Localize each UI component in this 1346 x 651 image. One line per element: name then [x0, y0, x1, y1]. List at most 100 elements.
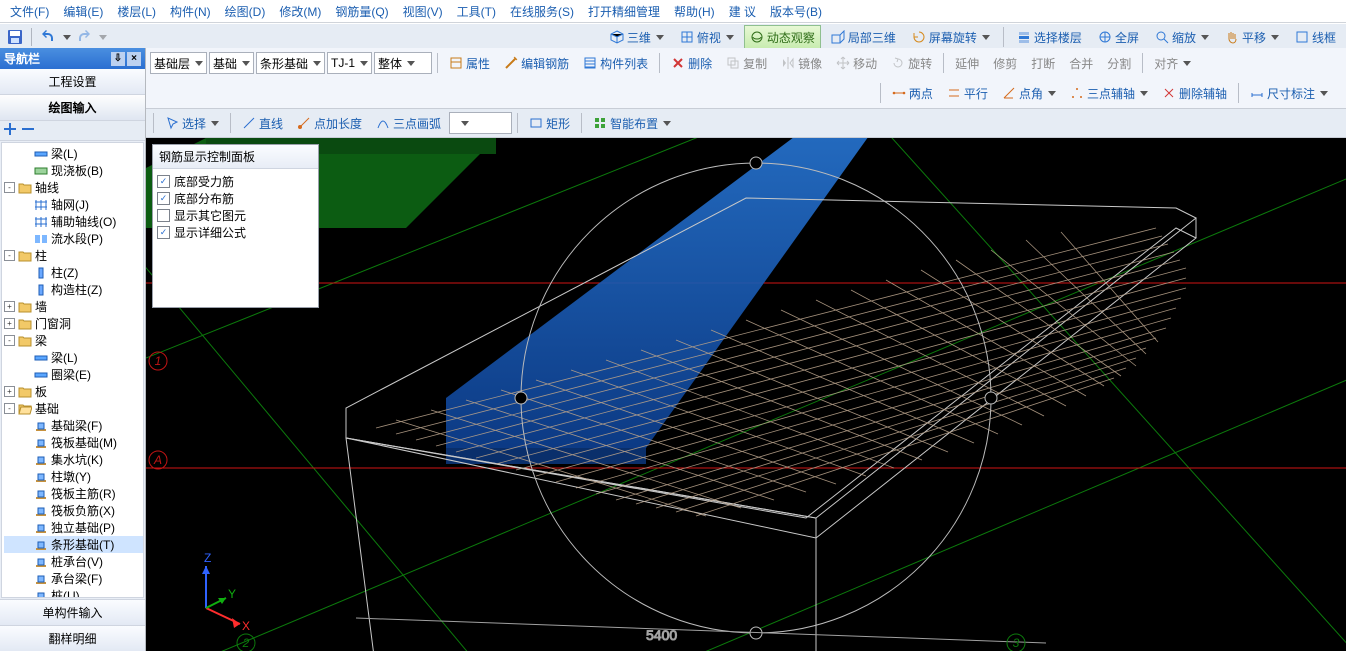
rebar-display-option[interactable]: ✓底部受力筋	[157, 173, 314, 190]
tree-folder[interactable]: +板	[4, 383, 143, 400]
tree-item[interactable]: 梁(L)	[4, 349, 143, 366]
rebar-display-option[interactable]: 显示其它图元	[157, 207, 314, 224]
attr-button[interactable]: 属性	[443, 51, 496, 75]
menu-floor[interactable]: 楼层(L)	[111, 3, 162, 20]
tree-item[interactable]: 桩承台(V)	[4, 553, 143, 570]
top-view-button[interactable]: 俯视	[674, 25, 740, 49]
menu-view[interactable]: 视图(V)	[397, 3, 449, 20]
align-button[interactable]: 对齐	[1148, 51, 1197, 75]
nav-footer-flip[interactable]: 翻样明细	[0, 625, 145, 651]
checkbox-icon[interactable]: ✓	[157, 175, 170, 188]
close-icon[interactable]: ×	[127, 52, 141, 66]
dynamic-view-button[interactable]: 动态观察	[744, 25, 821, 49]
tree-item[interactable]: 柱墩(Y)	[4, 468, 143, 485]
menu-rebar-qty[interactable]: 钢筋量(Q)	[329, 3, 394, 20]
mirror-button[interactable]: 镜像	[775, 51, 828, 75]
save-icon[interactable]	[5, 27, 25, 47]
tree-folder[interactable]: -基础	[4, 400, 143, 417]
extend-button[interactable]: 延伸	[949, 51, 985, 75]
redo-icon[interactable]	[74, 27, 94, 47]
wireframe-button[interactable]: 线框	[1289, 25, 1342, 49]
tree-item[interactable]: 辅助轴线(O)	[4, 213, 143, 230]
component-list-button[interactable]: 构件列表	[577, 51, 654, 75]
tree-item[interactable]: 梁(L)	[4, 145, 143, 162]
select-tool-button[interactable]: 选择	[159, 111, 225, 135]
nav-tab-project-settings[interactable]: 工程设置	[0, 69, 145, 95]
delete-button[interactable]: 删除	[665, 51, 718, 75]
rebar-display-panel[interactable]: 钢筋显示控制面板 ✓底部受力筋✓底部分布筋显示其它图元✓显示详细公式	[152, 144, 319, 308]
arc3-button[interactable]: 三点画弧	[370, 111, 447, 135]
rect-tool-button[interactable]: 矩形	[523, 111, 576, 135]
tree-folder[interactable]: +墙	[4, 298, 143, 315]
component-select[interactable]: TJ-1	[327, 52, 372, 74]
merge-button[interactable]: 合并	[1063, 51, 1099, 75]
tree-item[interactable]: 筏板基础(M)	[4, 434, 143, 451]
category-select[interactable]: 基础	[209, 52, 254, 74]
tree-folder[interactable]: -轴线	[4, 179, 143, 196]
rebar-display-option[interactable]: ✓底部分布筋	[157, 190, 314, 207]
tree-item[interactable]: 条形基础(T)	[4, 536, 143, 553]
nav-tab-draw-input[interactable]: 绘图输入	[0, 95, 145, 121]
tree-item[interactable]: 筏板负筋(X)	[4, 502, 143, 519]
tree-item[interactable]: 基础梁(F)	[4, 417, 143, 434]
menu-component[interactable]: 构件(N)	[164, 3, 217, 20]
local-3d-button[interactable]: 局部三维	[825, 25, 902, 49]
fullscreen-button[interactable]: 全屏	[1092, 25, 1145, 49]
tree-folder[interactable]: -柱	[4, 247, 143, 264]
viewport-3d[interactable]: 5400 1 A 2 3 Z X Y	[146, 138, 1346, 651]
tree-item[interactable]: 轴网(J)	[4, 196, 143, 213]
tree-item[interactable]: 筏板主筋(R)	[4, 485, 143, 502]
zoom-button[interactable]: 缩放	[1149, 25, 1215, 49]
dimension-button[interactable]: 尺寸标注	[1244, 81, 1334, 105]
edit-rebar-button[interactable]: 编辑钢筋	[498, 51, 575, 75]
tree-item[interactable]: 独立基础(P)	[4, 519, 143, 536]
menu-online[interactable]: 在线服务(S)	[504, 3, 580, 20]
pan-button[interactable]: 平移	[1219, 25, 1285, 49]
parallel-button[interactable]: 平行	[941, 81, 994, 105]
screen-rotate-button[interactable]: 屏幕旋转	[906, 25, 996, 49]
point-length-button[interactable]: 点加长度	[291, 111, 368, 135]
break-button[interactable]: 打断	[1025, 51, 1061, 75]
checkbox-icon[interactable]: ✓	[157, 192, 170, 205]
tri-axis-button[interactable]: 三点辅轴	[1064, 81, 1154, 105]
line-tool-button[interactable]: 直线	[236, 111, 289, 135]
floor-select[interactable]: 基础层	[150, 52, 207, 74]
point-angle-button[interactable]: 点角	[996, 81, 1062, 105]
copy-button[interactable]: 复制	[720, 51, 773, 75]
trim-button[interactable]: 修剪	[987, 51, 1023, 75]
tree-folder[interactable]: +门窗洞	[4, 315, 143, 332]
undo-icon[interactable]	[38, 27, 58, 47]
menu-fine-mgmt[interactable]: 打开精细管理	[582, 3, 666, 20]
two-point-button[interactable]: 两点	[886, 81, 939, 105]
tree-item[interactable]: 桩(U)	[4, 587, 143, 598]
del-axis-button[interactable]: 删除辅轴	[1156, 81, 1233, 105]
tree-item[interactable]: 流水段(P)	[4, 230, 143, 247]
pin-icon[interactable]: ⇩	[111, 52, 125, 66]
checkbox-icon[interactable]	[157, 209, 170, 222]
menu-file[interactable]: 文件(F)	[4, 3, 55, 20]
collapse-icon[interactable]	[22, 123, 34, 138]
select-floor-button[interactable]: 选择楼层	[1011, 25, 1088, 49]
tree-item[interactable]: 承台梁(F)	[4, 570, 143, 587]
menu-draw[interactable]: 绘图(D)	[219, 3, 272, 20]
undo-dropdown-icon[interactable]	[63, 35, 71, 40]
smart-layout-button[interactable]: 智能布置	[587, 111, 677, 135]
rebar-display-option[interactable]: ✓显示详细公式	[157, 224, 314, 241]
tree-item[interactable]: 现浇板(B)	[4, 162, 143, 179]
tree-item[interactable]: 构造柱(Z)	[4, 281, 143, 298]
nav-footer-single[interactable]: 单构件输入	[0, 599, 145, 625]
move-button[interactable]: 移动	[830, 51, 883, 75]
tree-item[interactable]: 柱(Z)	[4, 264, 143, 281]
redo-dropdown-icon[interactable]	[99, 35, 107, 40]
menu-edit[interactable]: 编辑(E)	[57, 3, 109, 20]
split-button[interactable]: 分割	[1101, 51, 1137, 75]
menu-modify[interactable]: 修改(M)	[273, 3, 327, 20]
scope-select[interactable]: 整体	[374, 52, 432, 74]
draw-extra-select[interactable]	[449, 112, 512, 134]
tree-item[interactable]: 集水坑(K)	[4, 451, 143, 468]
tree-item[interactable]: 圈梁(E)	[4, 366, 143, 383]
menu-version[interactable]: 版本号(B)	[764, 3, 828, 20]
subcategory-select[interactable]: 条形基础	[256, 52, 325, 74]
expand-icon[interactable]	[4, 123, 16, 138]
menu-tools[interactable]: 工具(T)	[451, 3, 502, 20]
